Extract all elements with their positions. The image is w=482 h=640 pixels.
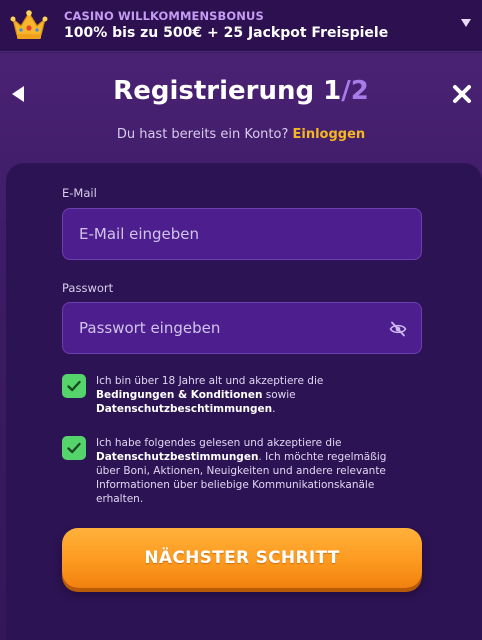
email-field-box[interactable] xyxy=(62,208,422,260)
login-link[interactable]: Einloggen xyxy=(292,127,365,142)
consent-marketing-checkbox[interactable] xyxy=(62,436,86,460)
step-title: Registrierung 1 xyxy=(113,76,342,106)
eye-slash-icon[interactable] xyxy=(389,320,407,338)
bonus-offer: 100% bis zu 500€ + 25 Jackpot Freispiele xyxy=(64,25,389,41)
bonus-title: CASINO WILLKOMMENSBONUS xyxy=(64,9,264,23)
consent-age-terms: Ich bin über 18 Jahre alt und akzeptiere… xyxy=(62,374,422,418)
close-icon[interactable] xyxy=(452,84,472,104)
password-field[interactable] xyxy=(63,303,421,353)
consent-age-checkbox[interactable] xyxy=(62,374,86,398)
email-field[interactable] xyxy=(63,209,421,259)
consent-age-text-after: . xyxy=(272,403,276,415)
consent-age-text: Ich bin über 18 Jahre alt und akzeptiere… xyxy=(96,374,396,416)
login-prompt: Du hast bereits ein Konto? Einloggen xyxy=(0,127,482,142)
consent-marketing-text-before: Ich habe folgendes gelesen und akzeptier… xyxy=(96,437,342,449)
terms-link[interactable]: Bedingungen & Konditionen xyxy=(96,389,262,401)
login-prompt-text: Du hast bereits ein Konto? xyxy=(116,127,293,142)
consent-age-text-before: Ich bin über 18 Jahre alt und akzeptiere… xyxy=(96,375,324,387)
password-label: Passwort xyxy=(62,281,114,295)
page-title: Registrierung 1/2 xyxy=(0,76,482,106)
step-total: /2 xyxy=(341,76,369,106)
consent-age-text-middle: sowie xyxy=(262,389,296,401)
crown-icon xyxy=(10,10,48,39)
chevron-down-icon[interactable] xyxy=(460,18,472,28)
privacy-policy-link[interactable]: Datenschutzbestimmungen xyxy=(96,451,258,463)
privacy-link[interactable]: Datenschutzbeschtimmungen xyxy=(96,403,272,415)
password-field-box[interactable] xyxy=(62,302,422,354)
consent-marketing-text: Ich habe folgendes gelesen und akzeptier… xyxy=(96,436,396,506)
checkmark-icon xyxy=(67,442,81,454)
bonus-banner[interactable]: CASINO WILLKOMMENSBONUS 100% bis zu 500€… xyxy=(0,0,482,52)
consent-marketing: Ich habe folgendes gelesen und akzeptier… xyxy=(62,436,422,510)
checkmark-icon xyxy=(67,380,81,392)
email-label: E-Mail xyxy=(62,186,97,200)
next-step-button[interactable]: NÄCHSTER SCHRITT xyxy=(62,528,422,588)
